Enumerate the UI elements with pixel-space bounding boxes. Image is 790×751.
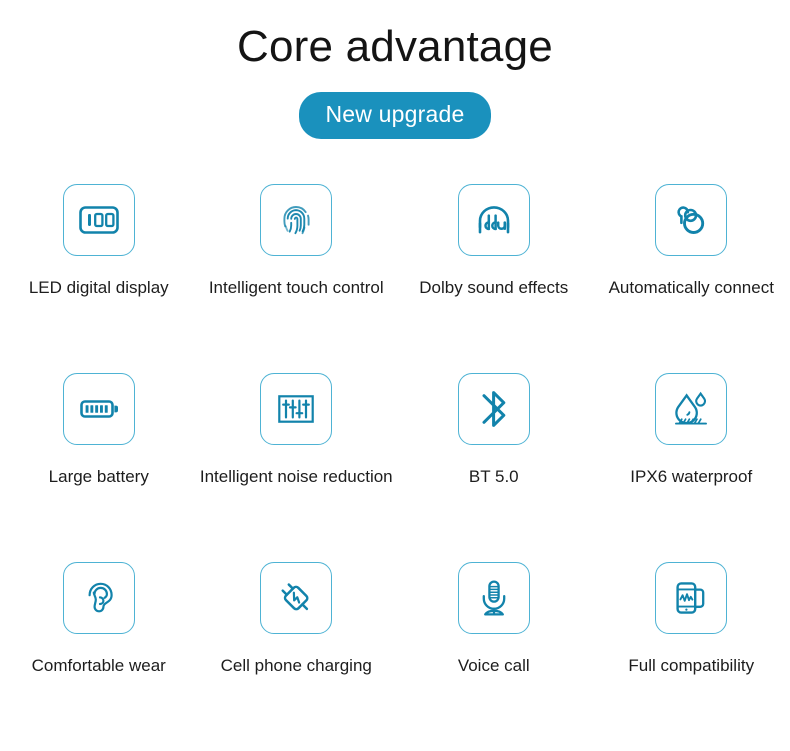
equalizer-sliders-icon [273,386,319,432]
icon-card [458,373,530,445]
ear-icon [76,575,122,621]
feature-label: Cell phone charging [221,656,372,676]
auto-connect-earbuds-icon [668,197,714,243]
feature-label: Intelligent touch control [209,278,384,298]
icon-card [260,373,332,445]
feature-item-intelligent-touch-control: Intelligent touch control [198,184,396,373]
icon-card [63,562,135,634]
feature-item-bt-5-0: BT 5.0 [395,373,593,562]
icon-card [458,184,530,256]
feature-item-full-compatibility: Full compatibility [593,562,790,751]
icon-card [655,373,727,445]
icon-card [260,562,332,634]
new-upgrade-badge: New upgrade [299,92,490,139]
feature-item-dolby-sound-effects: Dolby sound effects [395,184,593,373]
fingerprint-icon [273,197,319,243]
feature-item-voice-call: Voice call [395,562,593,751]
feature-label: LED digital display [29,278,169,298]
feature-item-automatically-connect: Automatically connect [593,184,790,373]
icon-card [655,562,727,634]
feature-item-led-digital-display: LED digital display [0,184,198,373]
core-advantage-page: Core advantage New upgrade LED digital d… [0,0,790,742]
dolby-headphone-icon [470,197,518,243]
icon-card [655,184,727,256]
feature-item-large-battery: Large battery [0,373,198,562]
led-digital-display-icon [76,197,122,243]
feature-label: Automatically connect [609,278,774,298]
feature-label: Large battery [49,467,149,487]
feature-label: Comfortable wear [32,656,166,676]
header: Core advantage New upgrade [0,0,790,139]
battery-icon [76,386,122,432]
microphone-icon [471,575,517,621]
icon-card [260,184,332,256]
feature-label: IPX6 waterproof [630,467,752,487]
feature-label: Voice call [458,656,530,676]
feature-label: Full compatibility [628,656,754,676]
feature-item-ipx6-waterproof: IPX6 waterproof [593,373,790,562]
phone-compatibility-icon [668,575,714,621]
badge-container: New upgrade [0,92,790,139]
icon-card [63,184,135,256]
icon-card [63,373,135,445]
feature-item-comfortable-wear: Comfortable wear [0,562,198,751]
feature-label: BT 5.0 [469,467,519,487]
page-title: Core advantage [0,22,790,73]
charging-plug-icon [273,575,319,621]
feature-item-cell-phone-charging: Cell phone charging [198,562,396,751]
bluetooth-icon [471,386,517,432]
feature-label: Dolby sound effects [419,278,568,298]
feature-label: Intelligent noise reduction [200,467,393,487]
feature-item-intelligent-noise-reduction: Intelligent noise reduction [198,373,396,562]
feature-grid: LED digital display [0,184,790,751]
icon-card [458,562,530,634]
waterproof-droplet-icon [668,386,714,432]
